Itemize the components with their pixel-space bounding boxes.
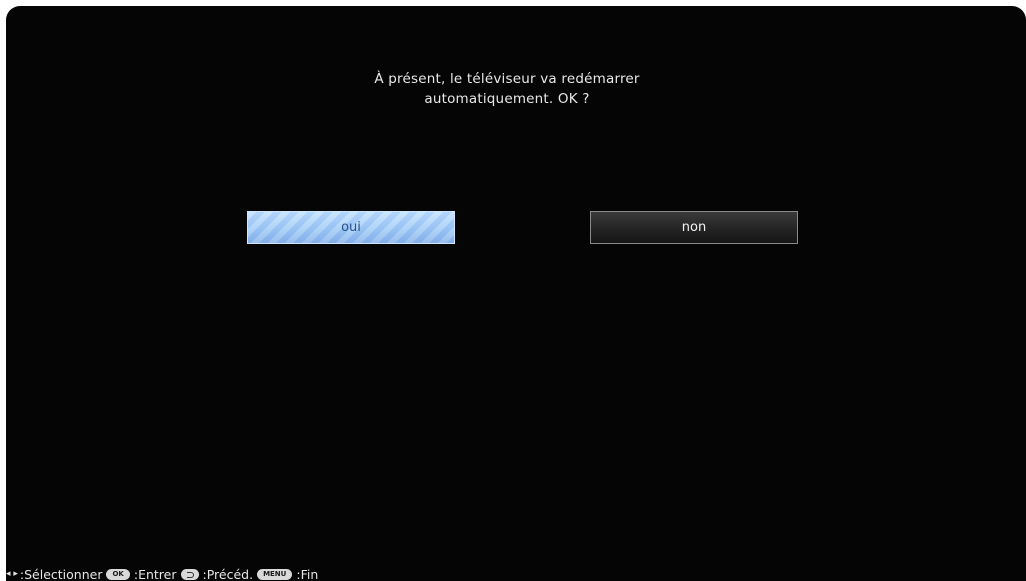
- select-hint: :Sélectionner: [19, 566, 103, 581]
- message-line-1: À présent, le téléviseur va redémarrer: [374, 71, 640, 87]
- enter-hint: :Entrer: [133, 566, 177, 581]
- no-button-label: non: [681, 220, 707, 235]
- confirmation-message: À présent, le téléviseur va redémarrer a…: [6, 69, 1008, 109]
- tv-screen: À présent, le téléviseur va redémarrer a…: [6, 6, 1026, 581]
- left-right-arrows-icon: ◂ ▸: [6, 569, 18, 579]
- return-icon: [180, 568, 199, 580]
- message-line-2: automatiquement. OK ?: [424, 91, 590, 107]
- no-button[interactable]: non: [590, 211, 798, 244]
- key-guide: ◂ ▸ :Sélectionner OK :Entrer :Précéd. ME…: [6, 566, 318, 581]
- yes-button-label: oui: [341, 220, 361, 235]
- ok-key-icon: OK: [106, 568, 130, 580]
- yes-button[interactable]: oui: [247, 211, 455, 244]
- end-hint: :Fin: [296, 566, 319, 581]
- menu-key-icon: MENU: [257, 568, 293, 580]
- back-hint: :Précéd.: [202, 566, 254, 581]
